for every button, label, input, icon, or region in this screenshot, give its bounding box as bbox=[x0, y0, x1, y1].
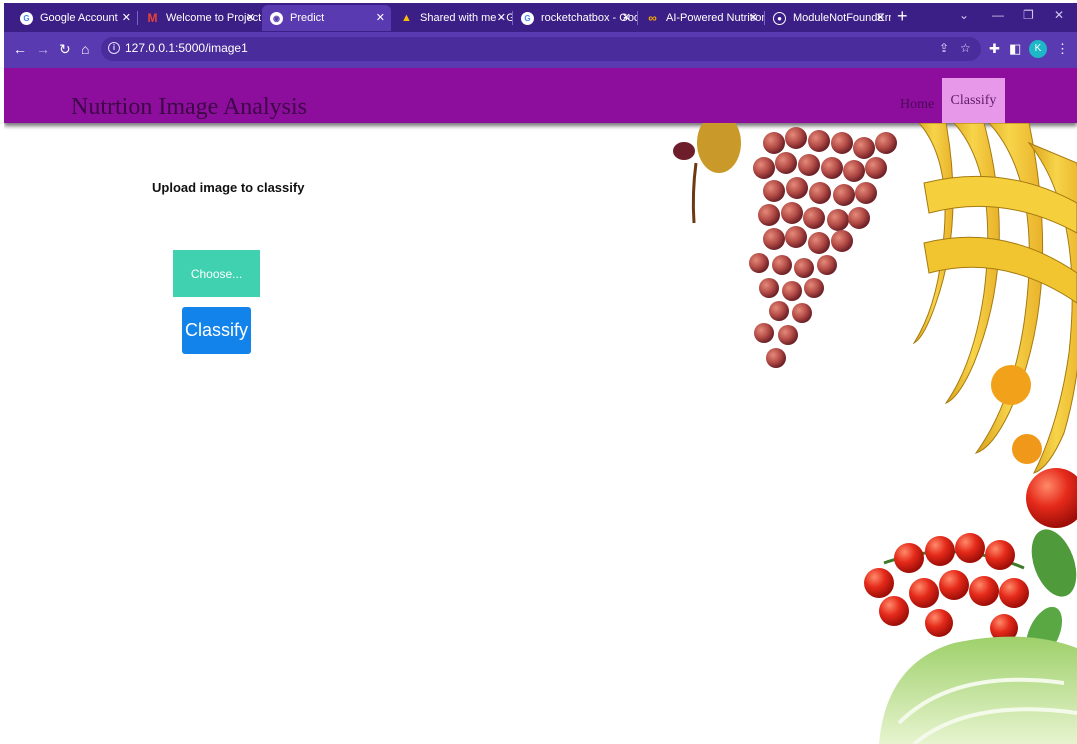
extensions-icon[interactable]: ✚ bbox=[989, 41, 1000, 57]
tomato bbox=[1026, 468, 1077, 528]
new-tab-icon[interactable]: + bbox=[897, 6, 908, 27]
site-title: Nutrtion Image Analysis bbox=[71, 94, 307, 120]
close-icon[interactable]: ✕ bbox=[122, 11, 131, 24]
close-icon[interactable]: ✕ bbox=[376, 11, 385, 24]
banana-bunch bbox=[912, 123, 1077, 474]
close-window-icon[interactable]: ✕ bbox=[1054, 8, 1064, 22]
profile-avatar[interactable]: K bbox=[1029, 40, 1047, 58]
url-text[interactable]: 127.0.0.1:5000/image1 bbox=[125, 41, 248, 55]
back-arrow-icon[interactable]: ← bbox=[13, 41, 27, 57]
reload-icon[interactable]: ↻ bbox=[59, 41, 71, 57]
close-icon[interactable]: ✕ bbox=[749, 11, 758, 24]
tab-strip: G Google Account ✕ M Welcome to ProjectI… bbox=[4, 3, 1077, 32]
tab-predict[interactable]: ◉ Predict ✕ bbox=[262, 5, 391, 31]
gmail-icon: M bbox=[147, 11, 158, 25]
apricot bbox=[1012, 434, 1042, 464]
napa-cabbage bbox=[879, 636, 1077, 744]
colab-icon: ∞ bbox=[648, 11, 657, 25]
google-icon: G bbox=[521, 11, 534, 25]
pear bbox=[697, 123, 741, 173]
home-icon[interactable]: ⌂ bbox=[81, 41, 89, 57]
address-bar[interactable]: i 127.0.0.1:5000/image1 ⇪ ☆ bbox=[101, 37, 981, 61]
tab-google-account[interactable]: G Google Account ✕ bbox=[12, 5, 137, 31]
close-icon[interactable]: ✕ bbox=[497, 11, 506, 24]
grape-bunch bbox=[749, 127, 897, 368]
cherry-tomatoes bbox=[864, 533, 1029, 642]
tab-shared-with-me[interactable]: ▲ Shared with me - Goo ✕ bbox=[392, 5, 512, 31]
tab-module-not-found[interactable]: ● ModuleNotFoundErr ✕ bbox=[765, 5, 891, 31]
tab-search-chevron-icon[interactable]: ⌄ bbox=[959, 8, 969, 22]
site-info-icon[interactable]: i bbox=[108, 42, 120, 54]
apricot bbox=[991, 365, 1031, 405]
share-icon[interactable]: ⇪ bbox=[939, 41, 949, 55]
bookmark-star-icon[interactable]: ☆ bbox=[960, 41, 971, 55]
produce-background-image bbox=[673, 123, 1077, 744]
tab-ai-powered-nutrition[interactable]: ∞ AI-Powered Nutrition ✕ bbox=[638, 5, 764, 31]
page-content: Nutrtion Image Analysis Home Classify Up… bbox=[4, 68, 1077, 744]
tab-rocketchatbox[interactable]: G rocketchatbox - Goog ✕ bbox=[513, 5, 637, 31]
nav-classify-link[interactable]: Classify bbox=[942, 78, 1005, 123]
upload-label: Upload image to classify bbox=[152, 180, 305, 195]
github-icon: ● bbox=[773, 11, 786, 25]
classify-button[interactable]: Classify bbox=[182, 307, 251, 354]
close-icon[interactable]: ✕ bbox=[246, 11, 255, 24]
forward-arrow-icon[interactable]: → bbox=[36, 41, 50, 57]
minimize-icon[interactable]: — bbox=[992, 8, 1004, 22]
chrome-icon: ◉ bbox=[270, 11, 283, 25]
drive-icon: ▲ bbox=[401, 12, 412, 24]
tab-welcome-project[interactable]: M Welcome to ProjectI ✕ bbox=[138, 5, 262, 31]
close-icon[interactable]: ✕ bbox=[876, 11, 885, 24]
site-navbar: Nutrtion Image Analysis Home Classify bbox=[4, 68, 1077, 123]
close-icon[interactable]: ✕ bbox=[622, 11, 631, 24]
browser-window: G Google Account ✕ M Welcome to ProjectI… bbox=[4, 3, 1077, 744]
menu-kebab-icon[interactable]: ⋮ bbox=[1056, 41, 1069, 57]
choose-file-button[interactable]: Choose... bbox=[173, 250, 260, 297]
nav-home-link[interactable]: Home bbox=[900, 97, 934, 113]
google-icon: G bbox=[20, 11, 33, 25]
browser-toolbar: ← → ↻ ⌂ i 127.0.0.1:5000/image1 ⇪ ☆ ✚ ◧ … bbox=[4, 32, 1077, 68]
restore-icon[interactable]: ❐ bbox=[1023, 8, 1034, 22]
side-panel-icon[interactable]: ◧ bbox=[1009, 41, 1021, 57]
